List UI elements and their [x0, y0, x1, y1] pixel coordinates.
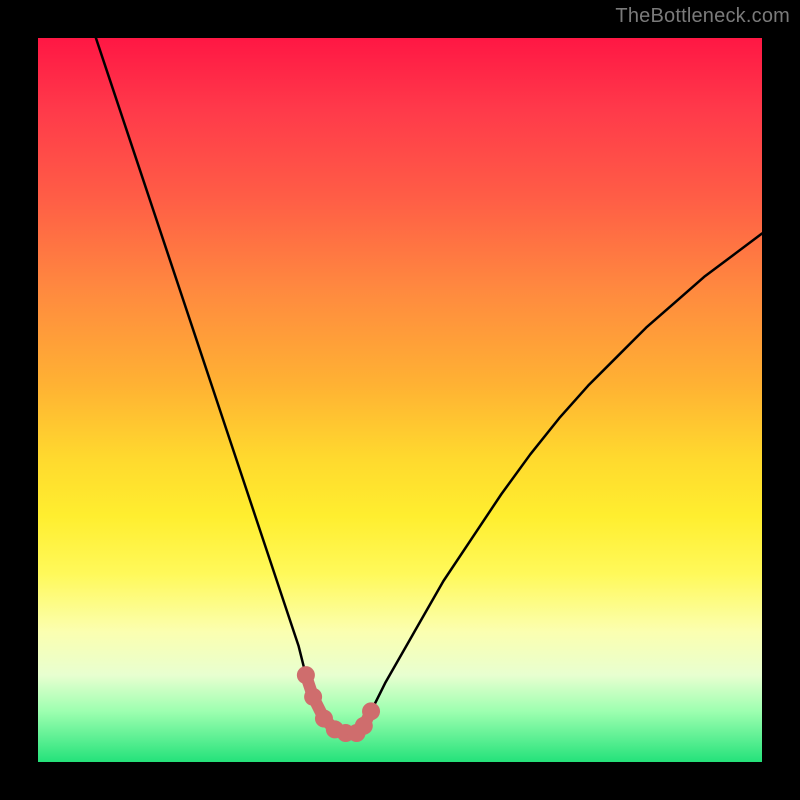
valley-highlight-dots: [297, 666, 380, 742]
chart-frame: TheBottleneck.com: [0, 0, 800, 800]
bottleneck-curve: [96, 38, 762, 733]
chart-plot-area: [38, 38, 762, 762]
valley-dot: [304, 688, 322, 706]
watermark-text: TheBottleneck.com: [615, 5, 790, 28]
valley-dot: [297, 666, 315, 684]
valley-dot: [362, 702, 380, 720]
chart-svg-layer: [38, 38, 762, 762]
